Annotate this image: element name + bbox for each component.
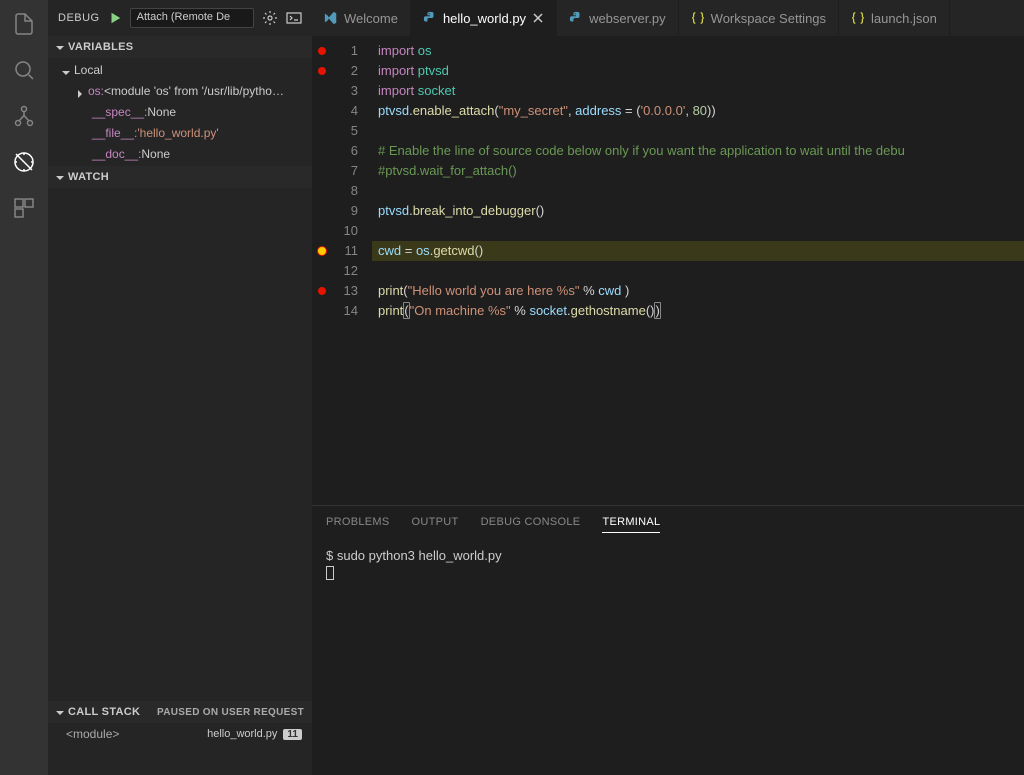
callstack-frame[interactable]: <module> hello_world.py 11 bbox=[48, 723, 312, 745]
panel-tabs: PROBLEMS OUTPUT DEBUG CONSOLE TERMINAL bbox=[312, 506, 1024, 542]
search-icon[interactable] bbox=[10, 56, 38, 84]
chevron-down-icon bbox=[56, 173, 64, 181]
panel-tab-terminal[interactable]: TERMINAL bbox=[602, 516, 660, 533]
tab-label: launch.json bbox=[871, 11, 937, 26]
watch-header[interactable]: WATCH bbox=[48, 166, 312, 188]
bottom-panel: PROBLEMS OUTPUT DEBUG CONSOLE TERMINAL $ su… bbox=[312, 505, 1024, 775]
code-editor[interactable]: 1234567891011121314 import osimport ptvs… bbox=[312, 36, 1024, 505]
extensions-icon[interactable] bbox=[10, 194, 38, 222]
tab-workspace-settings[interactable]: Workspace Settings bbox=[679, 0, 839, 36]
debug-sidebar: DEBUG Attach (Remote De VARIABLES Local … bbox=[48, 0, 312, 775]
local-label: Local bbox=[74, 63, 103, 77]
tab-label: hello_world.py bbox=[443, 11, 526, 26]
git-icon[interactable] bbox=[10, 102, 38, 130]
callstack-label: CALL STACK bbox=[68, 706, 140, 718]
tab-launch-json[interactable]: launch.json bbox=[839, 0, 950, 36]
callstack-status: PAUSED ON USER REQUEST bbox=[157, 707, 304, 718]
variable-row[interactable]: __file__: 'hello_world.py' bbox=[48, 122, 312, 143]
chevron-down-icon bbox=[56, 708, 64, 716]
frame-file: hello_world.py bbox=[207, 728, 277, 740]
tab-webserver-py[interactable]: webserver.py bbox=[557, 0, 679, 36]
gutter[interactable]: 1234567891011121314 bbox=[312, 36, 372, 505]
activity-bar bbox=[0, 0, 48, 775]
json-icon bbox=[691, 11, 705, 25]
tab-label: Workspace Settings bbox=[711, 11, 826, 26]
editor-area: Welcome hello_world.py webserver.py Workspa… bbox=[312, 0, 1024, 775]
callstack-header[interactable]: CALL STACK PAUSED ON USER REQUEST bbox=[48, 701, 312, 723]
editor-tabs: Welcome hello_world.py webserver.py Workspa… bbox=[312, 0, 1024, 36]
debug-label: DEBUG bbox=[58, 12, 100, 24]
variables-label: VARIABLES bbox=[68, 41, 133, 53]
debug-console-icon[interactable] bbox=[286, 10, 302, 26]
gear-icon[interactable] bbox=[262, 10, 278, 26]
tab-label: webserver.py bbox=[589, 11, 666, 26]
panel-tab-problems[interactable]: PROBLEMS bbox=[326, 516, 390, 532]
debug-icon[interactable] bbox=[10, 148, 38, 176]
terminal-body[interactable]: $ sudo python3 hello_world.py bbox=[312, 542, 1024, 775]
chevron-down-icon bbox=[62, 66, 70, 74]
chevron-down-icon bbox=[56, 43, 64, 51]
watch-label: WATCH bbox=[68, 171, 109, 183]
panel-tab-output[interactable]: OUTPUT bbox=[412, 516, 459, 532]
panel-tab-debug-console[interactable]: DEBUG CONSOLE bbox=[481, 516, 581, 532]
variable-row[interactable]: os: <module 'os' from '/usr/lib/pytho… bbox=[48, 80, 312, 101]
code-body[interactable]: import osimport ptvsdimport socketptvsd.… bbox=[372, 36, 1024, 505]
frame-line: 11 bbox=[283, 729, 302, 740]
tab-hello_world-py[interactable]: hello_world.py bbox=[411, 0, 557, 36]
frame-name: <module> bbox=[66, 727, 119, 741]
json-icon bbox=[851, 11, 865, 25]
tab-label: Welcome bbox=[344, 11, 398, 26]
variables-body: Local os: <module 'os' from '/usr/lib/py… bbox=[48, 58, 312, 166]
local-scope[interactable]: Local bbox=[48, 60, 312, 80]
tab-welcome[interactable]: Welcome bbox=[312, 0, 411, 36]
variable-row[interactable]: __doc__: None bbox=[48, 143, 312, 164]
debug-config-select[interactable]: Attach (Remote De bbox=[130, 8, 254, 28]
variables-header[interactable]: VARIABLES bbox=[48, 36, 312, 58]
python-icon bbox=[569, 11, 583, 25]
close-icon[interactable] bbox=[532, 12, 544, 24]
files-icon[interactable] bbox=[10, 10, 38, 38]
vscode-icon bbox=[324, 11, 338, 25]
python-icon bbox=[423, 11, 437, 25]
variable-row[interactable]: __spec__: None bbox=[48, 101, 312, 122]
play-icon[interactable] bbox=[108, 11, 122, 25]
